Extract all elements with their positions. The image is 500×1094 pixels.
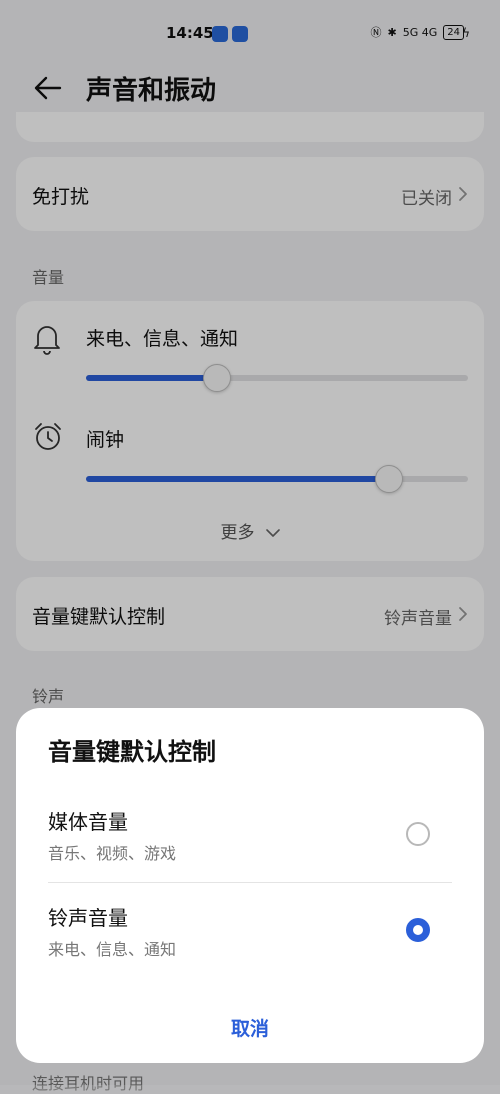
option-ringtone-volume[interactable]: 铃声音量 来电、信息、通知 (16, 894, 484, 974)
option-title: 媒体音量 (48, 810, 128, 834)
volume-key-sheet: 音量键默认控制 媒体音量 音乐、视频、游戏 铃声音量 来电、信息、通知 取消 (16, 708, 484, 1063)
radio-media-volume[interactable] (406, 822, 430, 846)
sheet-title: 音量键默认控制 (48, 738, 216, 766)
option-media-volume[interactable]: 媒体音量 音乐、视频、游戏 (16, 798, 484, 878)
option-subtitle: 来电、信息、通知 (48, 940, 177, 959)
cancel-button[interactable]: 取消 (16, 1014, 484, 1041)
radio-ringtone-volume[interactable] (406, 918, 430, 942)
option-title: 铃声音量 (48, 906, 128, 930)
option-subtitle: 音乐、视频、游戏 (48, 844, 177, 863)
divider (48, 882, 452, 883)
